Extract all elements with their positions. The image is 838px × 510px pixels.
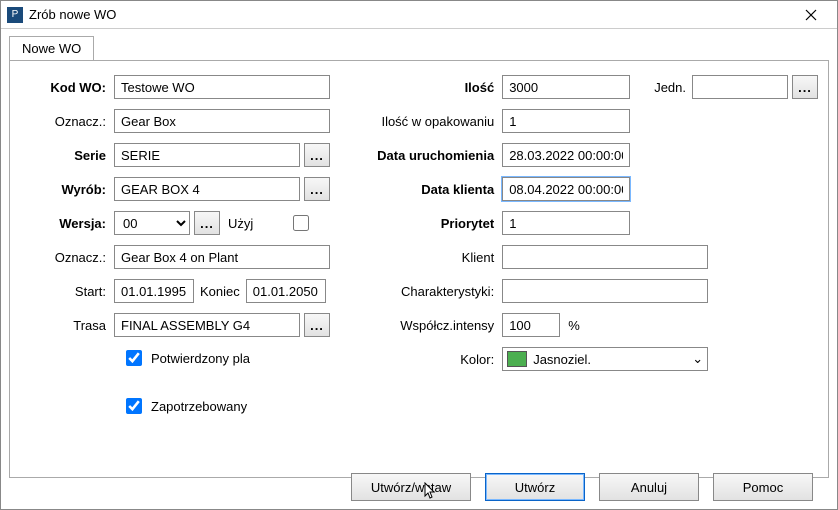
pomoc-button[interactable]: Pomoc — [713, 473, 813, 501]
label-ilosc-opak: Ilość w opakowaniu — [360, 114, 502, 129]
label-zapotrzebowany: Zapotrzebowany — [151, 399, 247, 414]
uzyj-checkbox[interactable] — [293, 215, 309, 231]
zapotrzebowany-checkbox[interactable] — [126, 398, 142, 414]
tab-panel: Kod WO: Oznacz.: Serie ... Wyrób: ... We… — [9, 60, 829, 478]
label-wspolcz: Współcz.intensy — [360, 318, 502, 333]
oznacz2-input — [114, 245, 330, 269]
tabbar: Nowe WO — [1, 29, 837, 60]
right-column: Ilość Jedn. ... Ilość w opakowaniu Data … — [360, 75, 818, 425]
anuluj-button[interactable]: Anuluj — [599, 473, 699, 501]
trasa-input — [114, 313, 300, 337]
close-icon — [805, 9, 817, 21]
label-data-uruch: Data uruchomienia — [360, 148, 502, 163]
utworz-button[interactable]: Utwórz — [485, 473, 585, 501]
data-uruch-input[interactable] — [502, 143, 630, 167]
potwierdzony-checkbox[interactable] — [126, 350, 142, 366]
label-data-klienta: Data klienta — [360, 182, 502, 197]
wersja-select[interactable]: 00 — [114, 211, 190, 235]
label-oznacz2: Oznacz.: — [20, 250, 114, 265]
jedn-input[interactable] — [692, 75, 788, 99]
utworz-wstaw-button[interactable]: Utwórz/wstaw — [351, 473, 471, 501]
koniec-input[interactable] — [246, 279, 326, 303]
label-oznacz1: Oznacz.: — [20, 114, 114, 129]
label-wyrob: Wyrób: — [20, 182, 114, 197]
footer: Utwórz/wstaw Utwórz Anuluj Pomoc — [1, 473, 837, 501]
priorytet-input[interactable] — [502, 211, 630, 235]
app-icon: P — [7, 7, 23, 23]
label-potwierdzony: Potwierdzony pla — [151, 351, 250, 366]
tab-nowe-wo[interactable]: Nowe WO — [9, 36, 94, 61]
label-charakt: Charakterystyki: — [360, 284, 502, 299]
start-input[interactable] — [114, 279, 194, 303]
label-serie: Serie — [20, 148, 114, 163]
label-trasa: Trasa — [20, 318, 114, 333]
utworz-wstaw-label: Utwórz/wstaw — [371, 480, 451, 495]
label-koniec: Koniec — [200, 284, 240, 299]
ilosc-opak-input[interactable] — [502, 109, 630, 133]
wspolcz-input[interactable] — [502, 313, 560, 337]
charakt-input[interactable] — [502, 279, 708, 303]
label-wersja: Wersja: — [20, 216, 114, 231]
serie-input[interactable] — [114, 143, 300, 167]
data-klienta-input[interactable] — [502, 177, 630, 201]
wyrob-input[interactable] — [114, 177, 300, 201]
close-button[interactable] — [791, 1, 831, 29]
label-jedn: Jedn. — [654, 80, 686, 95]
label-klient: Klient — [360, 250, 502, 265]
serie-lookup-button[interactable]: ... — [304, 143, 330, 167]
label-ilosc: Ilość — [360, 80, 502, 95]
wyrob-lookup-button[interactable]: ... — [304, 177, 330, 201]
chevron-down-icon: ⌄ — [692, 351, 703, 367]
wersja-lookup-button[interactable]: ... — [194, 211, 220, 235]
label-start: Start: — [20, 284, 114, 299]
oznacz1-input[interactable] — [114, 109, 330, 133]
jedn-lookup-button[interactable]: ... — [792, 75, 818, 99]
kolor-value: Jasnoziel. — [533, 352, 591, 367]
label-kod-wo: Kod WO: — [20, 80, 114, 95]
ilosc-input[interactable] — [502, 75, 630, 99]
kolor-select[interactable]: Jasnoziel. ⌄ — [502, 347, 708, 371]
label-uzyj: Użyj — [228, 216, 253, 231]
klient-input[interactable] — [502, 245, 708, 269]
label-priorytet: Priorytet — [360, 216, 502, 231]
window-title: Zrób nowe WO — [29, 7, 791, 22]
left-column: Kod WO: Oznacz.: Serie ... Wyrób: ... We… — [20, 75, 332, 425]
kod-wo-input[interactable] — [114, 75, 330, 99]
trasa-lookup-button[interactable]: ... — [304, 313, 330, 337]
color-swatch-icon — [507, 351, 527, 367]
label-wspolcz-unit: % — [568, 318, 580, 333]
label-kolor: Kolor: — [360, 352, 502, 367]
titlebar: P Zrób nowe WO — [1, 1, 837, 29]
